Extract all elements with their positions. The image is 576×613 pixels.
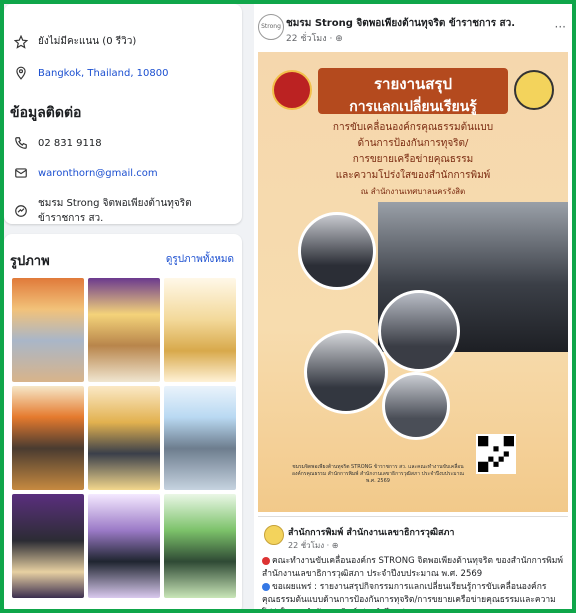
photos-card: รูปภาพ ดูรูปภาพทั้งหมด — [4, 234, 242, 609]
rating-text: ยังไม่มีคะแนน (0 รีวิว) — [38, 36, 137, 47]
post-page-name[interactable]: ชมรม Strong จิตพอเพียงต้านทุจริต ข้าราชก… — [286, 16, 515, 31]
post-image[interactable]: รายงานสรุป การแลกเปลี่ยนเรียนรู้ การขับเ… — [258, 52, 568, 512]
shared-text-2: ขอเผยแพร่ : รายงานสรุปกิจกรรมการแลกเปลี่… — [262, 582, 556, 609]
more-options-icon[interactable]: ··· — [555, 20, 566, 34]
email-icon — [15, 168, 27, 178]
shared-text-1: คณะทำงานขับเคลื่อนองค์กร STRONG จิตพอเพี… — [262, 556, 563, 579]
photo-thumbnail[interactable] — [164, 494, 236, 598]
rating-row[interactable]: ยังไม่มีคะแนน (0 รีวิว) — [14, 34, 136, 49]
senate-seal-icon — [272, 70, 312, 110]
red-circle-icon — [262, 556, 270, 565]
page-avatar[interactable]: Strong — [258, 14, 284, 40]
poster-line-4: และความโปร่งใสของสำนักการพิมพ์ — [335, 170, 491, 181]
shared-time-text: 22 ชั่วโมง · — [288, 541, 332, 550]
phone-icon — [15, 137, 27, 149]
email-row[interactable]: waronthorn@gmail.com — [14, 166, 158, 180]
poster-banner: รายงานสรุป การแลกเปลี่ยนเรียนรู้ — [318, 68, 508, 115]
poster-title-2: การแลกเปลี่ยนเรียนรู้ — [349, 99, 477, 115]
photo-thumbnail[interactable] — [12, 494, 84, 598]
location-text[interactable]: Bangkok, Thailand, 10800 — [38, 68, 169, 79]
post-timestamp[interactable]: 22 ชั่วโมง · ⊕ — [286, 31, 343, 45]
feed-post: Strong ชมรม Strong จิตพอเพียงต้านทุจริต … — [254, 4, 572, 609]
round-photo — [298, 212, 376, 290]
shared-text-line-1: คณะทำงานขับเคลื่อนองค์กร STRONG จิตพอเพี… — [262, 555, 568, 581]
shared-page-avatar[interactable] — [264, 525, 284, 545]
round-photo — [304, 330, 388, 414]
post-time-text: 22 ชั่วโมง · — [286, 34, 336, 44]
globe-icon: ⊕ — [331, 541, 339, 550]
right-column: Strong ชมรม Strong จิตพอเพียงต้านทุจริต … — [254, 4, 572, 609]
left-column: ยังไม่มีคะแนน (0 รีวิว) Bangkok, Thailan… — [4, 4, 244, 609]
photo-thumbnail[interactable] — [164, 278, 236, 382]
shared-post-text: คณะทำงานขับเคลื่อนองค์กร STRONG จิตพอเพี… — [262, 555, 568, 609]
blue-circle-icon — [262, 582, 270, 591]
contact-title: ข้อมูลติดต่อ — [10, 105, 82, 121]
round-photo — [378, 290, 460, 372]
poster-line-2: ด้านการป้องกันการทุจริต/ — [357, 138, 469, 149]
shared-page-name[interactable]: สำนักการพิมพ์ สำนักงานเลขาธิการวุฒิสภา — [288, 525, 454, 539]
photos-title: รูปภาพ — [10, 254, 50, 269]
messenger-text: ชมรม Strong จิตพอเพียงต้านทุจริต ข้าราชก… — [38, 198, 192, 224]
email-text[interactable]: waronthorn@gmail.com — [38, 168, 158, 179]
page-frame: ยังไม่มีคะแนน (0 รีวิว) Bangkok, Thailan… — [4, 4, 572, 609]
location-pin-icon — [16, 66, 26, 80]
phone-text: 02 831 9118 — [38, 137, 102, 149]
photo-thumbnail[interactable] — [88, 278, 160, 382]
photo-thumbnail[interactable] — [164, 386, 236, 490]
messenger-icon — [15, 205, 27, 217]
qr-code — [476, 434, 516, 474]
shared-post: สำนักการพิมพ์ สำนักงานเลขาธิการวุฒิสภา 2… — [258, 516, 568, 609]
photo-thumbnail[interactable] — [12, 278, 84, 382]
globe-icon: ⊕ — [335, 34, 343, 44]
photo-thumbnail[interactable] — [88, 386, 160, 490]
see-all-photos-link[interactable]: ดูรูปภาพทั้งหมด — [166, 252, 234, 267]
round-photo — [382, 372, 450, 440]
photo-thumbnail[interactable] — [88, 494, 160, 598]
intro-card: ยังไม่มีคะแนน (0 รีวิว) Bangkok, Thailan… — [4, 4, 242, 224]
phone-row[interactable]: 02 831 9118 — [14, 136, 102, 150]
poster-title-1: รายงานสรุป — [373, 75, 452, 93]
photo-thumbnail[interactable] — [12, 386, 84, 490]
poster-footer: ชมรมจิตพอเพียงต้านทุจริต STRONG ข้าราชกา… — [291, 464, 465, 484]
strong-logo-icon — [514, 70, 554, 110]
star-icon — [14, 34, 28, 49]
poster-line-3: การขยายเครือข่ายคุณธรรม — [352, 154, 474, 165]
poster-line-5: ณ สำนักงานเทศบาลนครรังสิต — [360, 187, 466, 196]
photo-grid — [12, 278, 238, 598]
location-row[interactable]: Bangkok, Thailand, 10800 — [14, 66, 169, 80]
poster-line-1: การขับเคลื่อนองค์กรคุณธรรมต้นแบบ — [332, 122, 494, 133]
shared-timestamp[interactable]: 22 ชั่วโมง · ⊕ — [288, 539, 338, 552]
shared-text-line-2: ขอเผยแพร่ : รายงานสรุปกิจกรรมการแลกเปลี่… — [262, 581, 568, 609]
messenger-row[interactable]: ชมรม Strong จิตพอเพียงต้านทุจริต ข้าราชก… — [14, 196, 242, 226]
